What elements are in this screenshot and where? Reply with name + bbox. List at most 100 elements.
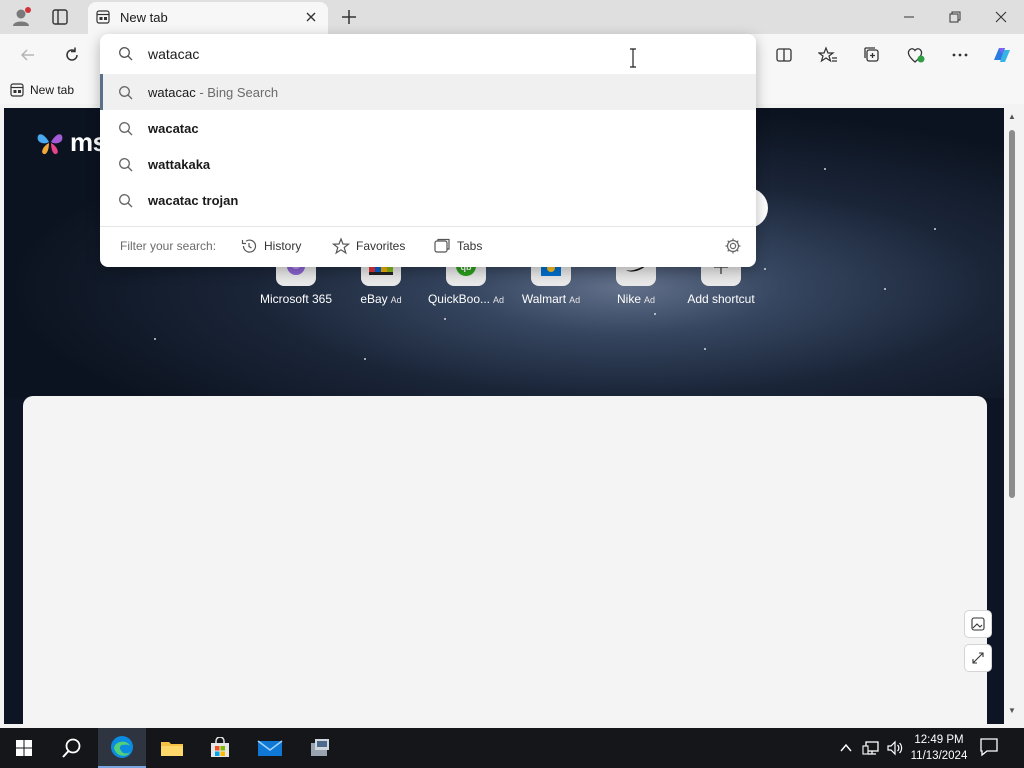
suggestion-item[interactable]: wacatac trojan [100, 182, 756, 218]
collections-icon [864, 47, 879, 62]
copilot-icon [994, 48, 1010, 62]
network-button[interactable] [860, 728, 882, 768]
volume-icon [887, 740, 903, 756]
expand-icon [972, 652, 984, 664]
msn-logo[interactable]: ms [34, 126, 107, 158]
filter-history-button[interactable]: History [240, 235, 301, 257]
taskbar-app[interactable] [296, 728, 344, 768]
taskbar-mail[interactable] [246, 728, 294, 768]
filter-favorites-button[interactable]: Favorites [332, 235, 405, 257]
butterfly-logo-icon [37, 134, 63, 155]
suggestion-item[interactable]: wattakaka [100, 146, 756, 182]
expand-button[interactable] [964, 644, 992, 672]
store-icon [211, 737, 229, 757]
scroll-up-icon[interactable]: ▲ [1007, 112, 1017, 122]
minimize-icon [904, 16, 914, 18]
windows-start-icon [16, 740, 32, 756]
search-filter-bar: Filter your search: History Favorites Ta… [100, 226, 756, 267]
shortcut-label: Walmart [521, 292, 567, 306]
text-cursor-icon [628, 48, 638, 68]
close-button[interactable] [978, 0, 1024, 34]
ad-badge: Ad [569, 295, 581, 305]
minimize-button[interactable] [886, 0, 932, 34]
restore-icon [949, 11, 961, 23]
title-bar: New tab [0, 0, 1024, 34]
mail-icon [257, 740, 283, 756]
address-input[interactable]: watacac [100, 34, 756, 72]
chevron-up-icon [840, 743, 852, 752]
search-icon [118, 85, 134, 104]
app-icon [311, 739, 329, 756]
search-icon [62, 738, 81, 758]
favorites-button[interactable] [814, 42, 842, 68]
filter-favorites-label: Favorites [356, 239, 406, 253]
refresh-button[interactable] [58, 42, 86, 68]
suggestion-text: watacac - Bing Search [148, 85, 279, 100]
collections-button[interactable] [858, 42, 886, 68]
content-feed [23, 396, 987, 724]
shortcuts-grid: Microsoft 365 eBay Ad qb QuickBoo... Ad Wa… [254, 260, 764, 310]
notifications-button[interactable] [978, 736, 1004, 760]
restore-button[interactable] [932, 0, 978, 34]
show-hidden-icons-button[interactable] [836, 728, 856, 768]
tab-new-tab[interactable]: New tab [88, 2, 328, 34]
search-icon [118, 121, 134, 140]
ad-badge: Ad [390, 295, 402, 305]
close-icon [995, 11, 1007, 23]
copilot-button[interactable] [988, 42, 1016, 68]
refresh-icon [66, 47, 78, 61]
ad-badge: Ad [644, 295, 656, 305]
star-icon [332, 237, 350, 255]
taskbar-file-explorer[interactable] [148, 728, 196, 768]
favorites-item-label: New tab [30, 83, 75, 97]
search-icon [118, 46, 134, 65]
back-button[interactable] [14, 42, 42, 68]
browser-essentials-button[interactable] [902, 42, 930, 68]
customize-background-button[interactable] [964, 610, 992, 638]
search-icon [118, 193, 134, 212]
ad-badge: Ad [493, 295, 505, 305]
suggestion-text: wattakaka [148, 157, 211, 172]
scroll-down-icon[interactable]: ▼ [1007, 706, 1017, 716]
more-button[interactable] [946, 42, 974, 68]
omnibox-dropdown: watacac watacac - Bing Search wacatac wa… [100, 34, 756, 267]
shortcut-label: Microsoft 365 [259, 292, 333, 306]
taskbar-clock[interactable]: 12:49 PM 11/13/2024 [908, 732, 970, 764]
edge-icon [111, 736, 133, 758]
favorites-star-icon [818, 46, 837, 63]
search-icon [118, 157, 134, 176]
shortcut-label: Nike [616, 292, 641, 306]
notification-icon [980, 738, 998, 757]
suggestion-item[interactable]: wacatac [100, 110, 756, 146]
scroll-thumb[interactable] [1009, 130, 1015, 498]
suggestion-item[interactable]: watacac - Bing Search [100, 74, 756, 110]
taskbar-edge[interactable] [98, 728, 146, 768]
filter-history-label: History [264, 239, 302, 253]
back-arrow-icon [20, 49, 34, 61]
gear-icon[interactable] [724, 237, 742, 258]
suggestion-text: wacatac trojan [148, 193, 239, 208]
start-button[interactable] [0, 728, 48, 768]
network-icon [862, 741, 879, 755]
plus-icon [342, 10, 356, 24]
page-scrollbar[interactable]: ▲ ▼ [1004, 108, 1020, 724]
tab-actions-icon[interactable] [48, 6, 72, 28]
split-screen-button[interactable] [770, 42, 798, 68]
tabs-icon [434, 238, 450, 253]
tab-close-icon[interactable] [302, 8, 320, 26]
more-icon [952, 53, 968, 57]
volume-button[interactable] [884, 728, 906, 768]
address-input-value: watacac [148, 46, 200, 62]
newtab-icon [10, 83, 24, 97]
favorites-item-new-tab[interactable]: New tab [10, 80, 74, 100]
image-icon [971, 617, 985, 631]
history-icon [241, 239, 257, 253]
filter-label: Filter your search: [120, 239, 217, 253]
taskbar-store[interactable] [196, 728, 244, 768]
file-explorer-icon [161, 742, 183, 756]
filter-tabs-button[interactable]: Tabs [433, 235, 482, 257]
taskbar-search-button[interactable] [48, 728, 96, 768]
suggestion-text: wacatac [148, 121, 199, 136]
profile-icon[interactable] [10, 6, 32, 28]
new-tab-button[interactable] [338, 6, 360, 28]
